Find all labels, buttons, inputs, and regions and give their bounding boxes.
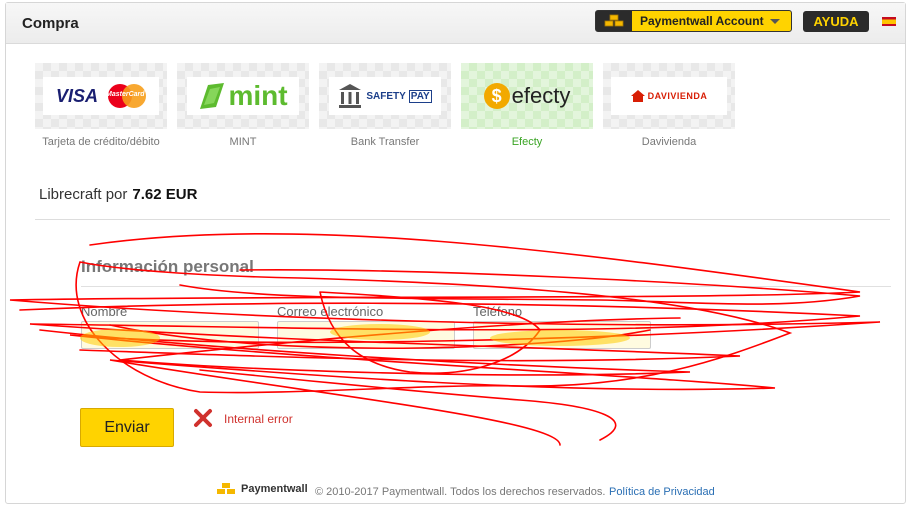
paymentwall-footer-logo: Paymentwall — [215, 483, 308, 495]
section-title: Información personal — [81, 257, 254, 276]
send-button[interactable]: Enviar — [80, 408, 174, 447]
method-davivienda[interactable]: DAVIVIENDA Davivienda — [603, 63, 735, 148]
mint-leaf-icon — [200, 83, 225, 109]
efecty-logo: $ efecty — [475, 77, 579, 115]
visa-mastercard-logo: VISA MasterCard — [43, 77, 159, 115]
method-efecty[interactable]: $ efecty Efecty — [461, 63, 593, 148]
payment-widget: Compra Paymentwall Account AYUDA VISA Ma… — [5, 2, 906, 504]
divider — [35, 219, 890, 220]
name-label: Nombre — [81, 304, 128, 319]
footer-brand: Paymentwall — [241, 483, 308, 495]
method-bank-transfer[interactable]: SAFETY PAY Bank Transfer — [319, 63, 451, 148]
davivienda-logo: DAVIVIENDA — [611, 77, 727, 115]
method-card[interactable]: VISA MasterCard Tarjeta de crédito/débit… — [35, 63, 167, 148]
error-message: Internal error — [224, 412, 293, 426]
name-field[interactable] — [81, 321, 259, 349]
dollar-coin-icon: $ — [483, 83, 510, 109]
method-caption: Davivienda — [641, 136, 697, 148]
phone-label: Teléfono — [473, 304, 523, 319]
method-caption: Tarjeta de crédito/débito — [42, 136, 160, 148]
top-bar: Compra Paymentwall Account AYUDA — [6, 3, 905, 44]
section-divider — [81, 286, 891, 287]
product-price: Librecraft por 7.62 EUR — [39, 186, 197, 203]
method-caption: Bank Transfer — [350, 136, 420, 148]
account-label: Paymentwall Account — [640, 14, 764, 28]
page-title: Compra — [22, 15, 79, 32]
safetypay-logo: SAFETY PAY — [329, 77, 441, 115]
help-button[interactable]: AYUDA — [803, 11, 869, 32]
paymentwall-account-dropdown[interactable]: Paymentwall Account — [595, 10, 792, 32]
phone-field[interactable] — [473, 321, 651, 349]
privacy-link[interactable]: Política de Privacidad — [609, 486, 715, 498]
spain-flag-icon[interactable] — [882, 17, 896, 26]
copyright-text: © 2010-2017 Paymentwall. Todos los derec… — [315, 486, 606, 498]
method-caption: MINT — [229, 136, 257, 148]
email-field[interactable] — [277, 321, 455, 349]
error-x-icon — [194, 409, 212, 427]
price-amount: 7.62 EUR — [132, 186, 198, 203]
gold-bars-icon — [217, 483, 235, 494]
method-caption: Efecty — [511, 136, 543, 148]
product-name: Librecraft por — [39, 186, 128, 203]
email-label: Correo electrónico — [277, 304, 384, 319]
method-mint[interactable]: mint MINT — [177, 63, 309, 148]
bank-building-icon — [339, 84, 362, 108]
house-icon — [630, 90, 645, 102]
mint-logo: mint — [187, 77, 299, 115]
caret-down-icon — [769, 18, 780, 24]
gold-bars-icon — [596, 11, 632, 31]
